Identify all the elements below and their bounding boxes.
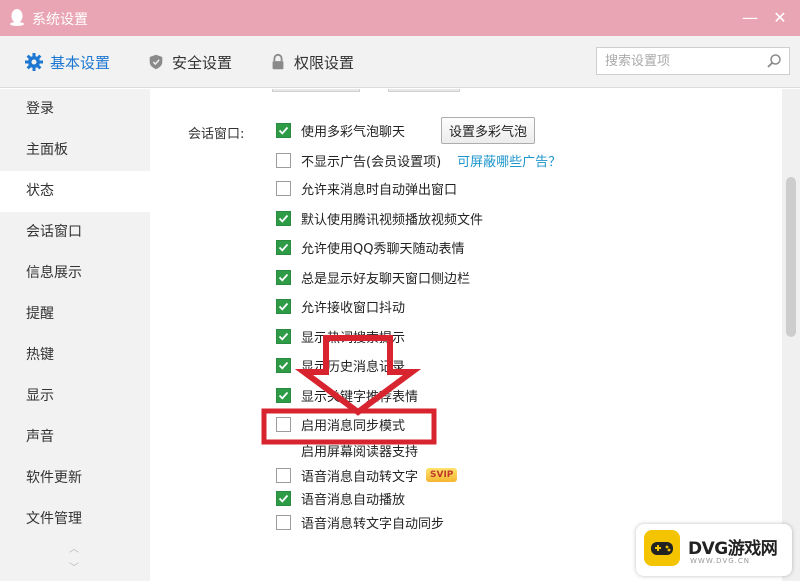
settings-search-box[interactable] — [596, 47, 790, 75]
option-label: 总是显示好友聊天窗口侧边栏 — [301, 271, 471, 287]
window-title: 系统设置 — [32, 12, 88, 28]
content-scrollbar[interactable] — [782, 89, 800, 581]
option-label: 语音消息转文字自动同步 — [301, 516, 445, 532]
tab-label: 安全设置 — [172, 53, 233, 72]
watermark-brand: DVG游戏网 — [688, 539, 778, 559]
tab-permission-settings[interactable]: 权限设置 — [268, 50, 354, 74]
shield-icon — [146, 52, 166, 72]
search-icon[interactable] — [766, 53, 782, 69]
gear-icon — [24, 52, 44, 72]
site-watermark: DVG游戏网 WWW.DVG.CN — [636, 524, 792, 576]
sidebar-item-sound[interactable]: 声音 — [0, 417, 150, 458]
settings-sidebar: 登录 主面板 状态 会话窗口 信息展示 提醒 热键 显示 声音 软件更新 文件管… — [0, 89, 150, 581]
svip-badge: SVIP — [426, 468, 458, 482]
option-label: 语音消息自动转文字 — [301, 469, 419, 485]
option-label: 默认使用腾讯视频播放视频文件 — [301, 212, 484, 228]
option-screen-reader[interactable]: 启用屏幕阅读器支持 — [276, 440, 418, 460]
checkbox-unchecked[interactable] — [276, 514, 291, 530]
option-window-shake[interactable]: 允许接收窗口抖动 — [276, 296, 405, 316]
watermark-url: WWW.DVG.CN — [690, 557, 751, 565]
button-edge — [388, 89, 460, 92]
checkbox-checked[interactable] — [276, 357, 291, 373]
checkbox-unchecked[interactable] — [276, 152, 291, 168]
close-button[interactable]: ✕ — [770, 8, 790, 28]
game-controller-logo-icon — [644, 530, 680, 566]
sidebar-scroll-up-icon[interactable]: ︿ — [66, 544, 82, 556]
sidebar-item-file-management[interactable]: 文件管理 — [0, 499, 150, 540]
option-message-sync-mode[interactable]: 启用消息同步模式 — [276, 414, 405, 434]
checkbox-checked[interactable] — [276, 328, 291, 344]
minimize-button[interactable]: — — [740, 8, 760, 28]
option-label: 使用多彩气泡聊天 — [301, 124, 406, 140]
checkbox-checked[interactable] — [276, 490, 291, 506]
checkbox-unchecked[interactable] — [276, 416, 291, 432]
checkbox-checked[interactable] — [276, 387, 291, 403]
sidebar-item-status[interactable]: 状态 — [0, 171, 150, 212]
option-hide-ads[interactable]: 不显示广告(会员设置项) 可屏蔽哪些广告？ — [276, 150, 561, 170]
sidebar-item-login[interactable]: 登录 — [0, 89, 150, 130]
tab-security-settings[interactable]: 安全设置 — [146, 50, 232, 74]
option-label: 允许接收窗口抖动 — [301, 300, 406, 316]
option-hot-search-hints[interactable]: 显示热词搜索提示 — [276, 326, 405, 346]
lock-icon — [268, 52, 288, 72]
sidebar-item-chat-window[interactable]: 会话窗口 — [0, 212, 150, 253]
section-label-chat-window: 会话窗口: — [188, 127, 245, 142]
option-label: 显示热词搜索提示 — [301, 330, 406, 346]
set-colorful-bubbles-button[interactable]: 设置多彩气泡 — [441, 117, 535, 144]
checkbox-checked[interactable] — [276, 269, 291, 285]
scrollbar-thumb[interactable] — [786, 177, 796, 337]
sidebar-scroll-down-icon[interactable]: ﹀ — [66, 563, 82, 575]
settings-content: 会话窗口: 使用多彩气泡聊天 设置多彩气泡 不显示广告(会员设置项) 可屏蔽哪些… — [150, 89, 782, 581]
option-qq-show-emoticons[interactable]: 允许使用QQ秀聊天随动表情 — [276, 237, 464, 257]
search-input[interactable] — [597, 48, 757, 74]
option-label: 启用屏幕阅读器支持 — [301, 444, 419, 460]
option-label: 允许来消息时自动弹出窗口 — [301, 182, 458, 198]
sidebar-item-software-update[interactable]: 软件更新 — [0, 458, 150, 499]
option-voice-autoplay[interactable]: 语音消息自动播放 — [276, 488, 405, 508]
button-edge — [272, 89, 360, 92]
checkbox-checked[interactable] — [276, 239, 291, 255]
checkbox-unchecked[interactable] — [276, 467, 291, 483]
option-label: 启用消息同步模式 — [301, 418, 406, 434]
option-label: 显示关键字推荐表情 — [301, 389, 419, 405]
sidebar-item-hotkeys[interactable]: 热键 — [0, 335, 150, 376]
tab-label: 权限设置 — [294, 53, 355, 72]
option-chat-sidebar[interactable]: 总是显示好友聊天窗口侧边栏 — [276, 267, 470, 287]
option-auto-popup[interactable]: 允许来消息时自动弹出窗口 — [276, 178, 457, 198]
sidebar-item-info-display[interactable]: 信息展示 — [0, 253, 150, 294]
option-message-history[interactable]: 显示历史消息记录 — [276, 355, 405, 375]
sidebar-item-display[interactable]: 显示 — [0, 376, 150, 417]
option-label: 显示历史消息记录 — [301, 359, 406, 375]
checkbox-checked[interactable] — [276, 298, 291, 314]
tab-label: 基本设置 — [50, 53, 111, 72]
qq-penguin-icon — [10, 9, 24, 26]
option-label: 允许使用QQ秀聊天随动表情 — [301, 241, 465, 257]
option-keyword-emoticons[interactable]: 显示关键字推荐表情 — [276, 385, 418, 405]
option-voice-text-sync[interactable]: 语音消息转文字自动同步 — [276, 512, 444, 532]
checkbox-checked[interactable] — [276, 122, 291, 138]
option-label: 不显示广告(会员设置项) — [301, 154, 442, 170]
option-tencent-video[interactable]: 默认使用腾讯视频播放视频文件 — [276, 208, 483, 228]
title-bar: 系统设置 — ✕ — [0, 0, 800, 36]
tab-basic-settings[interactable]: 基本设置 — [24, 50, 110, 74]
ads-info-link[interactable]: 可屏蔽哪些广告？ — [457, 151, 561, 170]
option-colorful-bubbles[interactable]: 使用多彩气泡聊天 — [276, 120, 405, 140]
option-label: 语音消息自动播放 — [301, 492, 406, 508]
checkbox-unchecked[interactable] — [276, 180, 291, 196]
checkbox-checked[interactable] — [276, 210, 291, 226]
option-voice-to-text[interactable]: 语音消息自动转文字 SVIP — [276, 465, 458, 485]
sidebar-item-main-panel[interactable]: 主面板 — [0, 130, 150, 171]
sidebar-item-reminders[interactable]: 提醒 — [0, 294, 150, 335]
